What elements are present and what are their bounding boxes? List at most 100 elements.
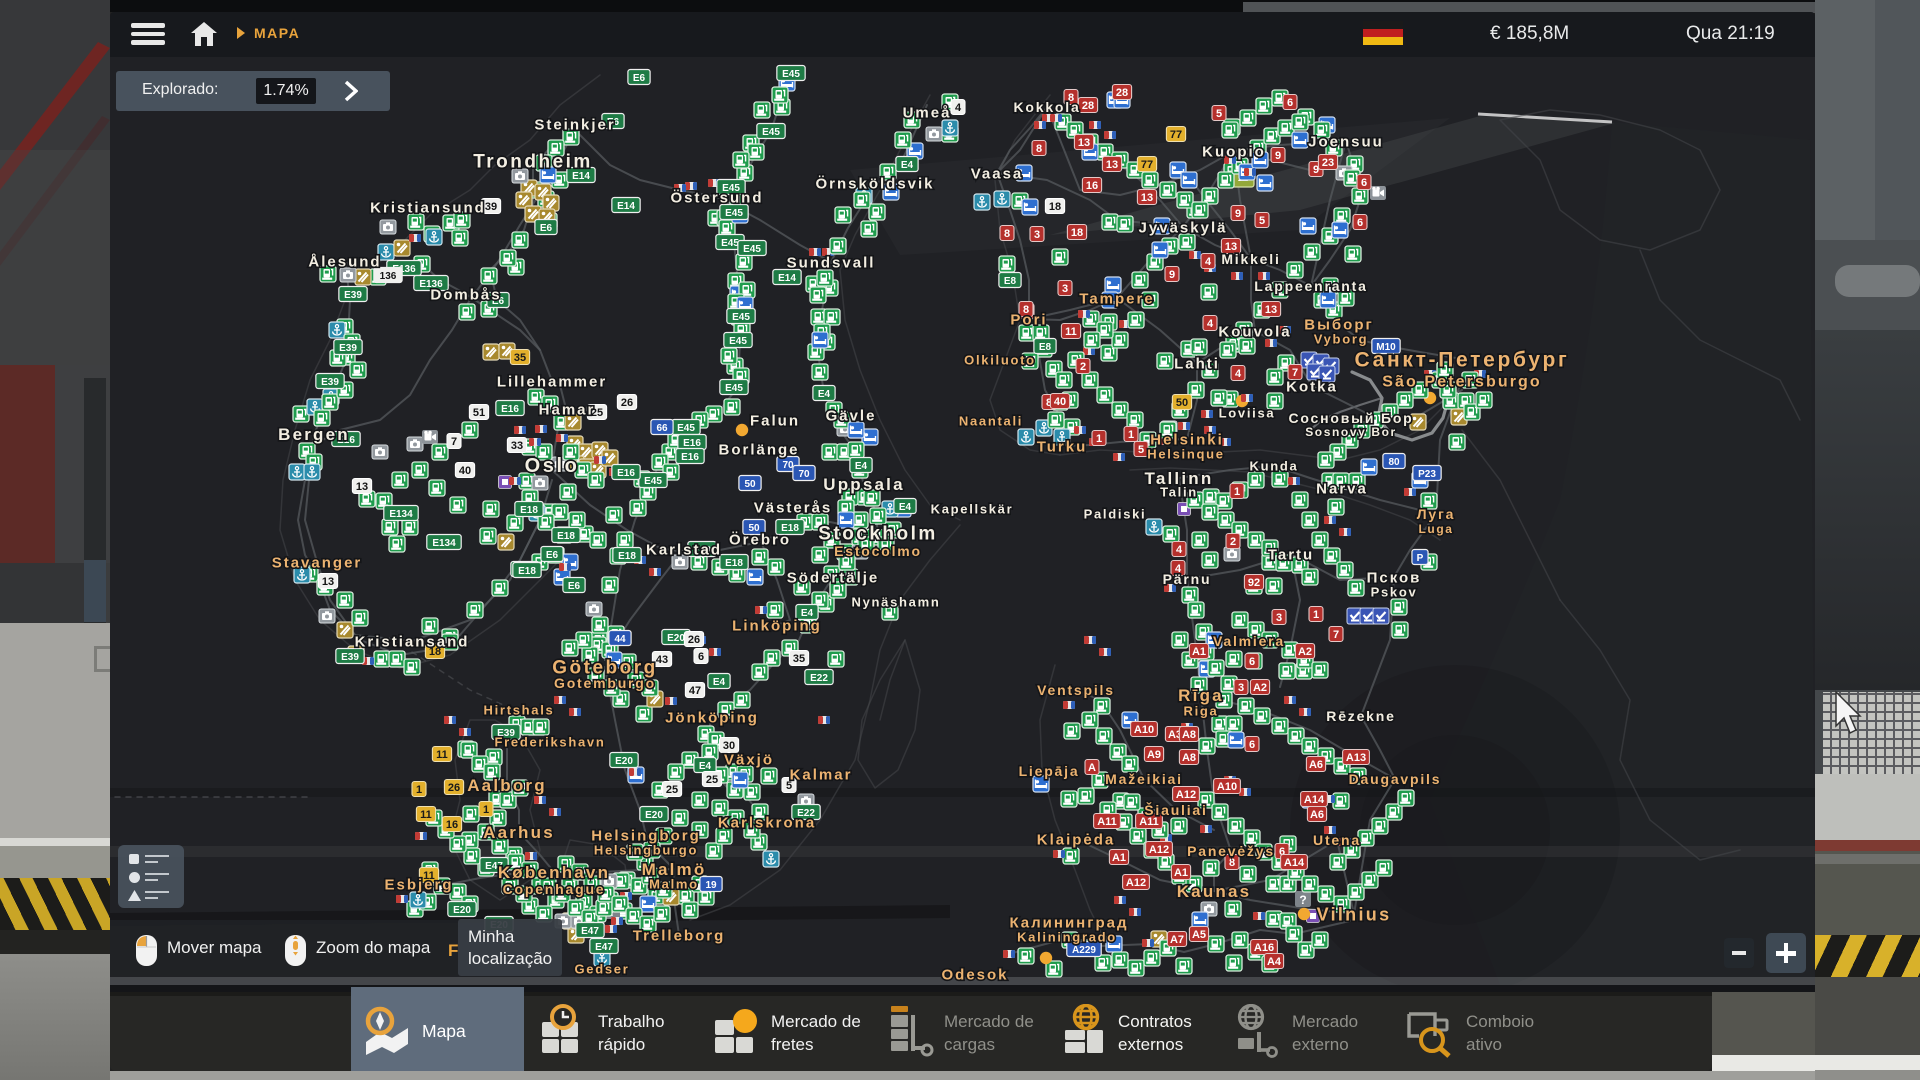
svg-text:1: 1 <box>1096 433 1102 445</box>
svg-text:A14: A14 <box>1304 794 1325 806</box>
svg-text:A13: A13 <box>1346 752 1366 764</box>
svg-text:Луга: Луга <box>1417 506 1455 522</box>
svg-text:Kristiansund: Kristiansund <box>370 199 486 216</box>
svg-text:136: 136 <box>380 271 397 282</box>
svg-text:E16: E16 <box>617 468 635 479</box>
svg-text:4: 4 <box>1176 544 1183 556</box>
svg-text:13: 13 <box>1141 192 1153 204</box>
svg-text:E16: E16 <box>501 404 519 415</box>
svg-text:19: 19 <box>705 880 717 891</box>
svg-text:Jönköping: Jönköping <box>665 709 759 726</box>
svg-text:Borlänge: Borlänge <box>718 441 799 458</box>
svg-text:E45: E45 <box>644 476 662 487</box>
svg-text:Rēzekne: Rēzekne <box>1326 708 1395 724</box>
svg-text:Pori: Pori <box>1010 311 1047 328</box>
svg-text:A6: A6 <box>1310 809 1324 821</box>
svg-text:80: 80 <box>1388 457 1400 468</box>
svg-text:Valmiera: Valmiera <box>1213 633 1285 649</box>
svg-text:Olkiluoto: Olkiluoto <box>964 353 1036 368</box>
svg-text:51: 51 <box>473 407 485 419</box>
svg-text:3: 3 <box>1276 612 1282 624</box>
svg-text:Rīga: Rīga <box>1178 686 1224 705</box>
svg-text:E14: E14 <box>617 201 635 212</box>
svg-text:Aalborg: Aalborg <box>467 776 547 795</box>
svg-text:26: 26 <box>688 634 700 646</box>
svg-text:Narva: Narva <box>1316 480 1368 497</box>
svg-text:1: 1 <box>1128 429 1134 441</box>
svg-text:Šiauliai: Šiauliai <box>1144 801 1207 818</box>
svg-text:Talin: Talin <box>1160 485 1198 500</box>
svg-text:E8: E8 <box>1039 342 1052 353</box>
svg-text:4: 4 <box>1205 256 1212 268</box>
svg-text:E4: E4 <box>713 677 726 688</box>
svg-text:E39: E39 <box>339 343 357 354</box>
svg-text:Loviisa: Loviisa <box>1219 406 1276 421</box>
svg-text:5: 5 <box>1259 215 1265 227</box>
svg-text:16: 16 <box>1086 180 1098 192</box>
svg-text:Bergen: Bergen <box>278 425 350 444</box>
svg-text:E45: E45 <box>677 423 695 434</box>
svg-text:3: 3 <box>1034 229 1040 241</box>
svg-text:5: 5 <box>1216 108 1222 120</box>
svg-text:A229: A229 <box>1072 945 1096 956</box>
svg-text:E45: E45 <box>732 312 750 323</box>
svg-text:E18: E18 <box>618 551 636 562</box>
svg-text:E20: E20 <box>453 905 471 916</box>
svg-text:E39: E39 <box>344 290 362 301</box>
svg-text:Сосновый Бор: Сосновый Бор <box>1288 410 1413 426</box>
svg-text:Malmo: Malmo <box>649 877 699 892</box>
svg-text:Vyborg: Vyborg <box>1314 332 1369 347</box>
svg-text:13: 13 <box>1265 304 1277 316</box>
svg-text:13: 13 <box>356 481 368 493</box>
svg-text:Kalmar: Kalmar <box>790 766 853 783</box>
svg-text:7: 7 <box>1333 629 1339 641</box>
svg-text:44: 44 <box>614 634 626 645</box>
svg-text:Vaasa: Vaasa <box>971 165 1024 182</box>
svg-text:Nynäshamn: Nynäshamn <box>852 595 941 610</box>
svg-text:Copenhague: Copenhague <box>503 881 606 897</box>
svg-text:Kristiansand: Kristiansand <box>355 633 470 650</box>
svg-text:Örnsköldsvik: Örnsköldsvik <box>815 175 934 192</box>
svg-text:Utena: Utena <box>1313 832 1361 848</box>
svg-text:E6: E6 <box>540 223 553 234</box>
svg-text:Kunda: Kunda <box>1250 459 1299 474</box>
svg-text:E45: E45 <box>762 127 780 138</box>
svg-text:E45: E45 <box>725 383 743 394</box>
svg-text:A16: A16 <box>1254 942 1274 954</box>
svg-text:11: 11 <box>1065 326 1077 338</box>
svg-text:Klaipėda: Klaipėda <box>1037 831 1116 848</box>
svg-text:A1: A1 <box>1174 867 1188 879</box>
svg-text:A12: A12 <box>1126 877 1146 889</box>
svg-text:A7: A7 <box>1170 934 1184 946</box>
svg-text:25: 25 <box>666 784 678 796</box>
svg-text:A8: A8 <box>1182 752 1196 764</box>
svg-text:Kouvola: Kouvola <box>1218 323 1291 340</box>
svg-text:40: 40 <box>1054 396 1066 408</box>
svg-text:Frederikshavn: Frederikshavn <box>495 735 606 750</box>
svg-text:1: 1 <box>1313 609 1319 621</box>
svg-text:A: A <box>1088 762 1096 774</box>
svg-text:4: 4 <box>1207 318 1214 330</box>
svg-text:13: 13 <box>1106 159 1118 171</box>
svg-text:Kuopio: Kuopio <box>1202 143 1266 160</box>
svg-text:Trelleborg: Trelleborg <box>633 927 726 944</box>
svg-text:11: 11 <box>420 809 432 821</box>
svg-text:Stavanger: Stavanger <box>272 554 363 571</box>
svg-text:Umeå: Umeå <box>903 104 952 121</box>
svg-text:E4: E4 <box>901 160 914 171</box>
svg-text:Kokkola: Kokkola <box>1013 99 1080 115</box>
svg-text:Gotemburgo: Gotemburgo <box>554 675 656 691</box>
svg-text:E6: E6 <box>546 550 559 561</box>
svg-text:26: 26 <box>448 782 460 794</box>
svg-text:A9: A9 <box>1147 749 1161 761</box>
svg-text:E134: E134 <box>389 509 413 520</box>
svg-text:3: 3 <box>1062 283 1068 295</box>
svg-text:E8: E8 <box>1004 276 1017 287</box>
svg-text:Kapellskär: Kapellskär <box>931 502 1014 517</box>
svg-text:E18: E18 <box>520 505 538 516</box>
svg-text:Riga: Riga <box>1184 704 1219 719</box>
svg-text:30: 30 <box>723 740 735 752</box>
svg-text:E45: E45 <box>721 238 739 249</box>
svg-text:E4: E4 <box>699 761 712 772</box>
svg-text:Trondheim: Trondheim <box>473 152 593 173</box>
